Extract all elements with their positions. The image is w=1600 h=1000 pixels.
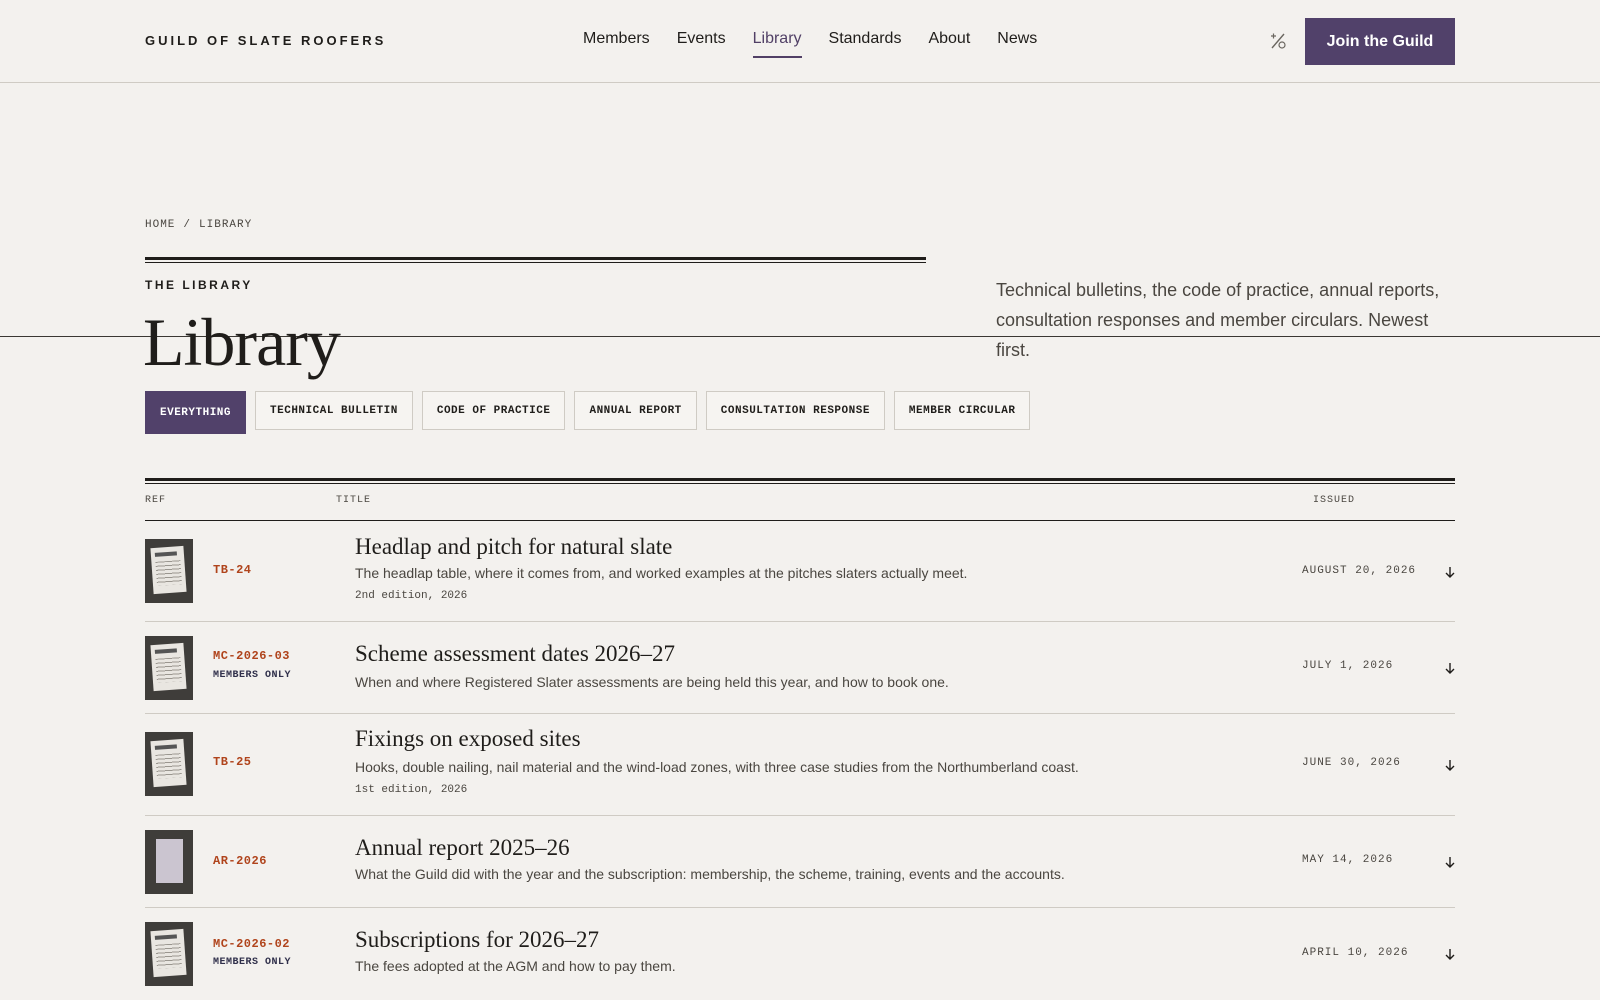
column-ref: REF [145,495,167,506]
issued-date: MAY 14, 2026 [1302,854,1394,866]
download-icon[interactable] [1443,661,1457,675]
filter-consultation-response[interactable]: CONSULTATION RESPONSE [705,391,885,430]
filter-bar: EVERYTHING TECHNICAL BULLETIN CODE OF PR… [145,391,1031,434]
document-description: The fees adopted at the AGM and how to p… [355,958,676,974]
contrast-toggle-icon[interactable] [1268,31,1288,51]
nav-members[interactable]: Members [583,30,650,58]
page-title: Library [143,304,341,380]
document-ref: TB-24 [213,563,252,577]
hero-section: HOME / LIBRARY THE LIBRARY Library Technic… [0,83,1600,380]
document-description: When and where Registered Slater assessm… [355,674,949,690]
issued-date: APRIL 10, 2026 [1302,947,1409,959]
document-thumbnail [145,732,193,796]
download-icon[interactable] [1443,565,1457,579]
document-ref: MC-2026-03 [213,649,291,663]
join-guild-button[interactable]: Join the Guild [1305,18,1455,65]
column-issued: ISSUED [1313,495,1356,506]
members-only-badge: MEMBERS ONLY [213,957,292,968]
breadcrumb-separator: / [183,219,192,231]
table-header: REF TITLE ISSUED [145,484,1455,521]
filter-everything[interactable]: EVERYTHING [145,391,247,434]
download-icon[interactable] [1443,855,1457,869]
document-title[interactable]: Headlap and pitch for natural slate [355,534,672,560]
document-thumbnail [145,922,193,986]
column-title: TITLE [336,495,372,506]
download-icon[interactable] [1443,758,1457,772]
nav-library[interactable]: Library [752,30,802,58]
issued-date: AUGUST 20, 2026 [1302,565,1417,577]
breadcrumb-library: LIBRARY [199,219,253,231]
filter-member-circular[interactable]: MEMBER CIRCULAR [893,391,1031,430]
nav-events[interactable]: Events [677,30,726,58]
document-thumbnail [145,830,193,894]
document-ref: AR-2026 [213,854,267,868]
document-ref: MC-2026-02 [213,937,291,951]
intro-text: Technical bulletins, the code of practic… [996,280,1440,360]
document-thumbnail [145,636,193,700]
download-icon[interactable] [1443,947,1457,961]
document-edition: 2nd edition, 2026 [355,590,468,602]
document-description: The headlap table, where it comes from, … [355,565,968,581]
table-row[interactable]: AR-2026 Annual report 2025–26 What the G… [145,816,1455,908]
document-title[interactable]: Fixings on exposed sites [355,726,581,752]
document-description: What the Guild did with the year and the… [355,866,1065,882]
document-thumbnail [145,539,193,603]
nav-news[interactable]: News [997,30,1037,58]
document-title[interactable]: Scheme assessment dates 2026–27 [355,641,675,667]
filter-annual-report[interactable]: ANNUAL REPORT [574,391,697,430]
table-row[interactable]: MC-2026-02 MEMBERS ONLY Subscriptions fo… [145,908,1455,1000]
filter-code-of-practice[interactable]: CODE OF PRACTICE [421,391,566,430]
table-row[interactable]: TB-24 Headlap and pitch for natural slat… [145,521,1455,622]
filter-technical-bulletin[interactable]: TECHNICAL BULLETIN [255,391,413,430]
site-header: GUILD OF SLATE ROOFERS Members Events Li… [0,0,1600,83]
library-table: REF TITLE ISSUED TB-24 Headlap and pitch… [145,478,1455,1000]
breadcrumb-home[interactable]: HOME [145,219,175,231]
main-nav: Members Events Library Standards About N… [583,30,1037,58]
breadcrumb: HOME / LIBRARY [145,219,252,231]
document-edition: 1st edition, 2026 [355,784,468,796]
table-row[interactable]: TB-25 Fixings on exposed sites Hooks, do… [145,714,1455,816]
brand-logo[interactable]: GUILD OF SLATE ROOFERS [145,33,386,48]
section-eyebrow: THE LIBRARY [145,278,253,292]
nav-standards[interactable]: Standards [829,30,902,58]
document-title[interactable]: Annual report 2025–26 [355,835,570,861]
members-only-badge: MEMBERS ONLY [213,670,292,681]
issued-date: JULY 1, 2026 [1302,660,1394,672]
table-row[interactable]: MC-2026-03 MEMBERS ONLY Scheme assessmen… [145,622,1455,714]
document-description: Hooks, double nailing, nail material and… [355,759,1079,775]
issued-date: JUNE 30, 2026 [1302,757,1401,769]
hero-divider [145,257,926,263]
nav-about[interactable]: About [928,30,970,58]
document-title[interactable]: Subscriptions for 2026–27 [355,927,599,953]
document-ref: TB-25 [213,755,252,769]
